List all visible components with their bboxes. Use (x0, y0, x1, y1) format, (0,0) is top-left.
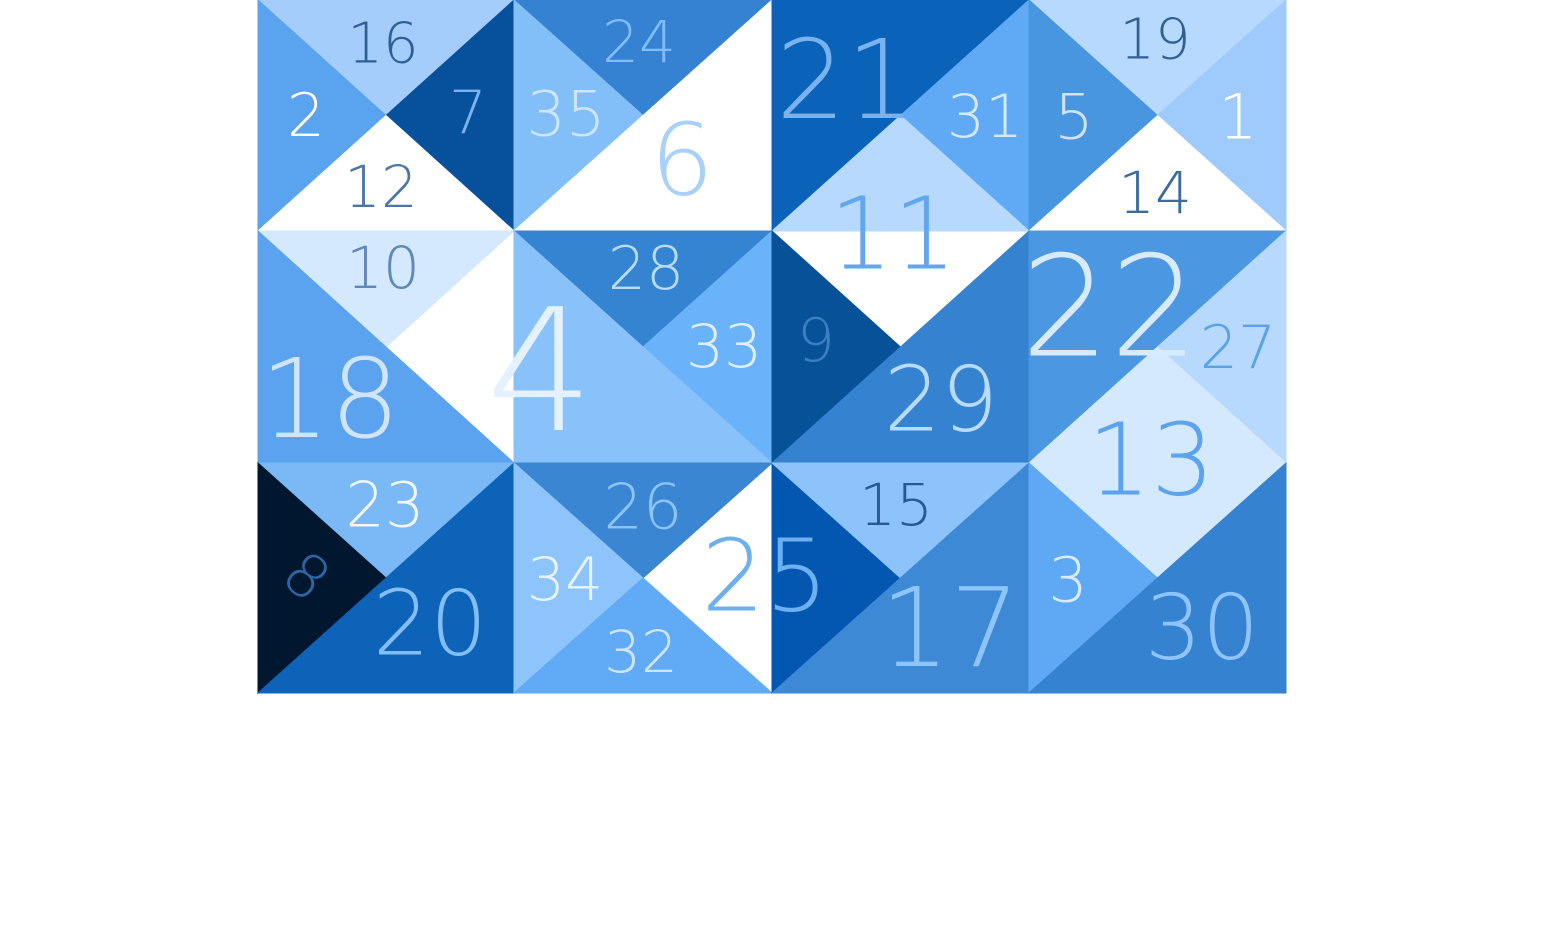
puzzle-grid: 162 7122435 621 3111195 114101828334 92922 271… (256, 0, 1288, 695)
puzzle-board: 16 2 7 12 24 35 6 21 31 11 19 5 1 14 10 18 28 33 4 9 29 22 27 1… (0, 0, 1543, 926)
pieces-layer (256, 0, 1288, 695)
